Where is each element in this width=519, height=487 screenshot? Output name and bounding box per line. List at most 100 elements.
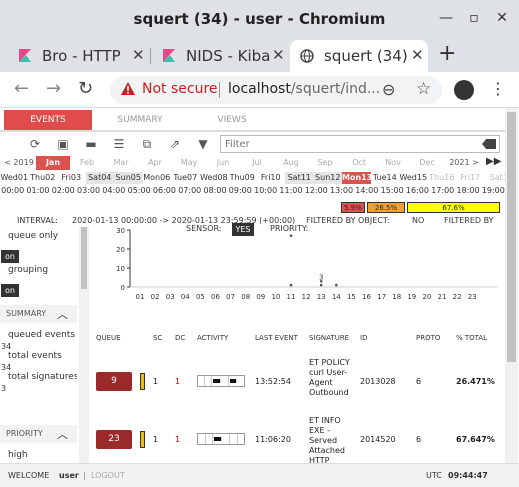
month-mar[interactable]: Mar bbox=[104, 156, 138, 170]
browser-tab-squert[interactable]: squert (34) ✕ bbox=[290, 40, 428, 72]
column-header[interactable]: ACTIVITY bbox=[197, 334, 228, 342]
hour-cell[interactable]: 03:00 bbox=[76, 185, 101, 197]
url-text[interactable]: localhost/squert/ind... bbox=[228, 81, 380, 97]
hour-cell[interactable]: 16:00 bbox=[405, 185, 430, 197]
priority-bar-medium[interactable]: 26.5% bbox=[367, 202, 405, 213]
browser-tab-bro[interactable]: Bro - HTTP ✕ bbox=[8, 40, 148, 72]
scroll-thumb[interactable] bbox=[81, 227, 87, 289]
hour-cell[interactable]: 11:00 bbox=[278, 185, 303, 197]
hour-cell[interactable]: 15:00 bbox=[380, 185, 405, 197]
priority-header[interactable]: PRIORITY ︿ bbox=[0, 425, 77, 443]
day-cell[interactable]: Sat04 bbox=[85, 172, 114, 184]
hour-cell[interactable]: 10:00 bbox=[253, 185, 278, 197]
day-cell[interactable]: Fri03 bbox=[57, 172, 86, 184]
hour-cell[interactable]: 06:00 bbox=[152, 185, 177, 197]
external-link-icon[interactable]: ⇗ bbox=[168, 137, 182, 151]
column-header[interactable]: % TOTAL bbox=[456, 334, 487, 342]
column-header[interactable]: ID bbox=[360, 334, 367, 342]
table-row[interactable]: 9 1 1 13:52:54 ET POLICY curl User-Agent… bbox=[92, 354, 504, 412]
column-header[interactable]: PROTO bbox=[416, 334, 440, 342]
priority-bar-high[interactable]: 5.9% bbox=[341, 202, 365, 213]
signature[interactable]: ET INFO EXE - Served Attached HTTP bbox=[309, 416, 357, 463]
month-apr[interactable]: Apr bbox=[138, 156, 172, 170]
prev-year-link[interactable]: < 2019 bbox=[2, 156, 36, 170]
maximize-icon[interactable]: ▫ bbox=[464, 8, 484, 28]
filter-input[interactable] bbox=[221, 136, 471, 152]
month-oct[interactable]: Oct bbox=[342, 156, 376, 170]
signature[interactable]: ET POLICY curl User-Agent Outbound bbox=[309, 358, 357, 398]
chevron-up-icon[interactable]: ︿ bbox=[57, 426, 68, 442]
day-cell[interactable]: Thu09 bbox=[228, 172, 257, 184]
month-dec[interactable]: Dec bbox=[410, 156, 444, 170]
column-header[interactable]: SC bbox=[153, 334, 162, 342]
day-cell[interactable]: Fri17 bbox=[456, 172, 485, 184]
hour-cell[interactable]: 08:00 bbox=[202, 185, 227, 197]
priority-bar-low[interactable]: 67.6% bbox=[407, 202, 500, 213]
day-cell[interactable]: Sun05 bbox=[114, 172, 143, 184]
month-aug[interactable]: Aug bbox=[274, 156, 308, 170]
hour-cell[interactable]: 04:00 bbox=[101, 185, 126, 197]
day-cell[interactable]: Mon06 bbox=[143, 172, 172, 184]
hour-cell[interactable]: 02:00 bbox=[51, 185, 76, 197]
close-window-icon[interactable]: ✕ bbox=[492, 8, 512, 28]
queue-only-toggle[interactable]: on bbox=[1, 250, 19, 263]
hour-cell[interactable]: 07:00 bbox=[177, 185, 202, 197]
new-tab-icon[interactable]: + bbox=[438, 41, 456, 66]
hour-cell[interactable]: 12:00 bbox=[304, 185, 329, 197]
day-cell[interactable]: Wed15 bbox=[399, 172, 428, 184]
browser-tab-nids[interactable]: NIDS - Kiba ✕ bbox=[152, 40, 288, 72]
back-icon[interactable]: ← bbox=[14, 78, 29, 99]
filter-field[interactable] bbox=[220, 135, 500, 153]
fast-forward-icon[interactable]: ▶▶ bbox=[486, 156, 501, 167]
month-nov[interactable]: Nov bbox=[376, 156, 410, 170]
day-cell[interactable]: Thu16 bbox=[428, 172, 457, 184]
fullscreen-icon[interactable]: ▣ bbox=[56, 137, 70, 151]
security-status[interactable]: Not secure bbox=[142, 81, 218, 97]
left-panel-scrollbar[interactable] bbox=[79, 227, 89, 463]
day-cell[interactable]: Wed01 bbox=[0, 172, 29, 184]
column-header[interactable]: LAST EVENT bbox=[255, 334, 298, 342]
hour-cell[interactable]: 13:00 bbox=[329, 185, 354, 197]
table-row[interactable]: 23 1 1 11:06:20 ET INFO EXE - Served Att… bbox=[92, 416, 504, 463]
address-bar[interactable]: Not secure localhost/squert/ind... ⊖ ☆ bbox=[110, 76, 442, 104]
tab-events[interactable]: EVENTS bbox=[4, 110, 92, 130]
close-tab-icon[interactable]: ✕ bbox=[132, 46, 145, 64]
tab-summary[interactable]: SUMMARY bbox=[100, 110, 180, 130]
logout-link[interactable]: LOGOUT bbox=[91, 471, 125, 480]
account-icon[interactable] bbox=[454, 80, 474, 100]
hour-cell[interactable]: 01:00 bbox=[25, 185, 50, 197]
tree-icon[interactable]: ⧉ bbox=[140, 137, 154, 151]
forward-icon[interactable]: → bbox=[46, 78, 61, 99]
close-tab-icon[interactable]: ✕ bbox=[411, 46, 424, 64]
day-cell[interactable]: Thu02 bbox=[29, 172, 58, 184]
grouping-toggle[interactable]: on bbox=[1, 284, 19, 297]
hour-cell[interactable]: 14:00 bbox=[354, 185, 379, 197]
chevron-up-icon[interactable]: ︿ bbox=[57, 306, 68, 322]
hour-cell[interactable]: 09:00 bbox=[228, 185, 253, 197]
summary-header[interactable]: SUMMARY ︿ bbox=[0, 305, 77, 323]
day-cell[interactable]: Fri10 bbox=[257, 172, 286, 184]
close-tab-icon[interactable]: ✕ bbox=[272, 46, 285, 64]
month-jun[interactable]: Jun bbox=[206, 156, 240, 170]
menu-kebab-icon[interactable]: ⋮ bbox=[490, 79, 506, 98]
day-cell[interactable]: Tue07 bbox=[171, 172, 200, 184]
hour-cell[interactable]: 19:00 bbox=[481, 185, 506, 197]
month-jan[interactable]: Jan bbox=[36, 156, 70, 170]
queue-badge[interactable]: 9 bbox=[96, 372, 132, 391]
refresh-icon[interactable]: ⟳ bbox=[28, 137, 42, 151]
hour-cell[interactable]: 05:00 bbox=[127, 185, 152, 197]
bookmark-star-icon[interactable]: ☆ bbox=[416, 79, 431, 99]
day-cell[interactable]: Tue14 bbox=[371, 172, 400, 184]
page-scrollbar[interactable] bbox=[505, 108, 518, 463]
column-header[interactable]: SIGNATURE bbox=[309, 334, 349, 342]
day-cell[interactable]: Sat11 bbox=[285, 172, 314, 184]
day-cell[interactable]: Sun12 bbox=[313, 172, 342, 184]
next-year-link[interactable]: 2021 > bbox=[444, 156, 484, 170]
month-sep[interactable]: Sep bbox=[308, 156, 342, 170]
hour-cell[interactable]: 18:00 bbox=[455, 185, 480, 197]
minimize-icon[interactable]: — bbox=[436, 8, 456, 28]
day-cell[interactable]: Wed08 bbox=[200, 172, 229, 184]
zoom-icon[interactable]: ⊖ bbox=[382, 80, 395, 99]
month-may[interactable]: May bbox=[172, 156, 206, 170]
comment-icon[interactable]: ▬ bbox=[84, 137, 98, 151]
